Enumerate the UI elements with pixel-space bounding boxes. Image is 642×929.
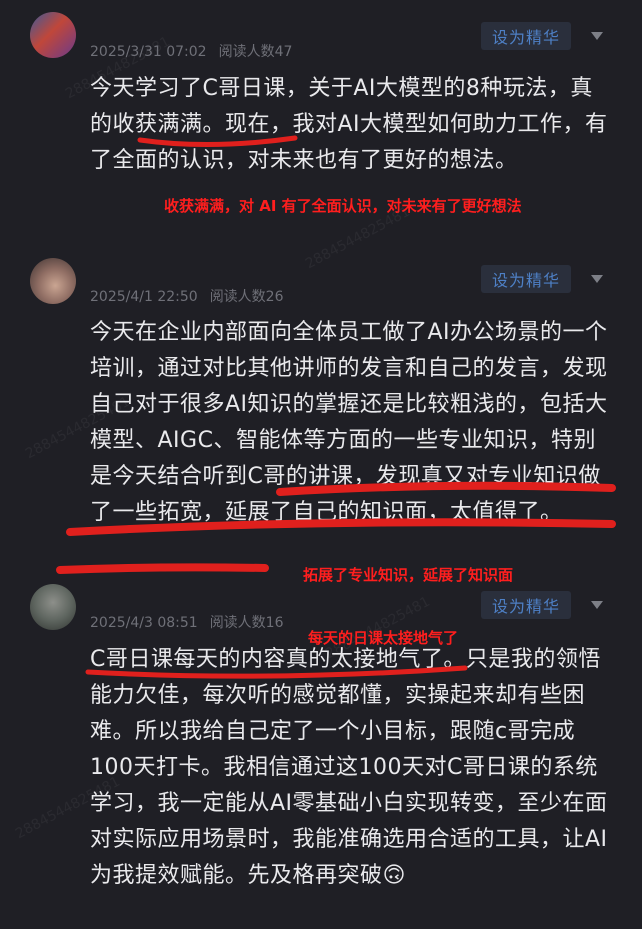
underline-stroke [56, 563, 269, 574]
annotation-text: 收获满满，对 AI 有了全面认识，对未来有了更好想法 [164, 197, 522, 215]
post-meta: 2025/4/3 08:51 阅读人数16 [90, 612, 284, 632]
read-count: 阅读人数47 [218, 44, 293, 60]
comment-text-body: C哥日课每天的内容真的太接地气了。只是我的领悟能力欠佳，每次听的感觉都懂，实操起… [90, 647, 608, 888]
comment-feed: 2884544825481 2884544825481 288454482548… [0, 0, 642, 929]
post-meta: 2025/3/31 07:02 阅读人数47 [90, 41, 292, 61]
avatar[interactable] [30, 584, 76, 630]
comment-text: 今天在企业内部面向全体员工做了AI办公场景的一个培训，通过对比其他讲师的发言和自… [90, 320, 608, 525]
post-date: 2025/4/1 22:50 [90, 289, 198, 305]
set-featured-button[interactable]: 设为精华 [481, 591, 571, 619]
post-meta: 2025/4/1 22:50 阅读人数26 [90, 286, 284, 306]
set-featured-button[interactable]: 设为精华 [481, 265, 571, 293]
annotation-text: 拓展了专业知识，延展了知识面 [303, 566, 514, 584]
read-count: 阅读人数16 [209, 615, 284, 631]
avatar[interactable] [30, 258, 76, 304]
comment-text: 今天学习了C哥日课，关于AI大模型的8种玩法，真的收获满满。现在，我对AI大模型… [90, 76, 608, 173]
upside-down-face-icon: 🙃 [382, 863, 406, 888]
post-date: 2025/4/3 08:51 [90, 615, 198, 631]
read-count: 阅读人数26 [209, 289, 284, 305]
chevron-down-icon[interactable] [591, 275, 603, 283]
avatar[interactable] [30, 12, 76, 58]
post-date: 2025/3/31 07:02 [90, 44, 207, 60]
set-featured-button[interactable]: 设为精华 [481, 22, 571, 50]
chevron-down-icon[interactable] [591, 32, 603, 40]
chevron-down-icon[interactable] [591, 601, 603, 609]
comment-text: C哥日课每天的内容真的太接地气了。只是我的领悟能力欠佳，每次听的感觉都懂，实操起… [90, 642, 610, 894]
